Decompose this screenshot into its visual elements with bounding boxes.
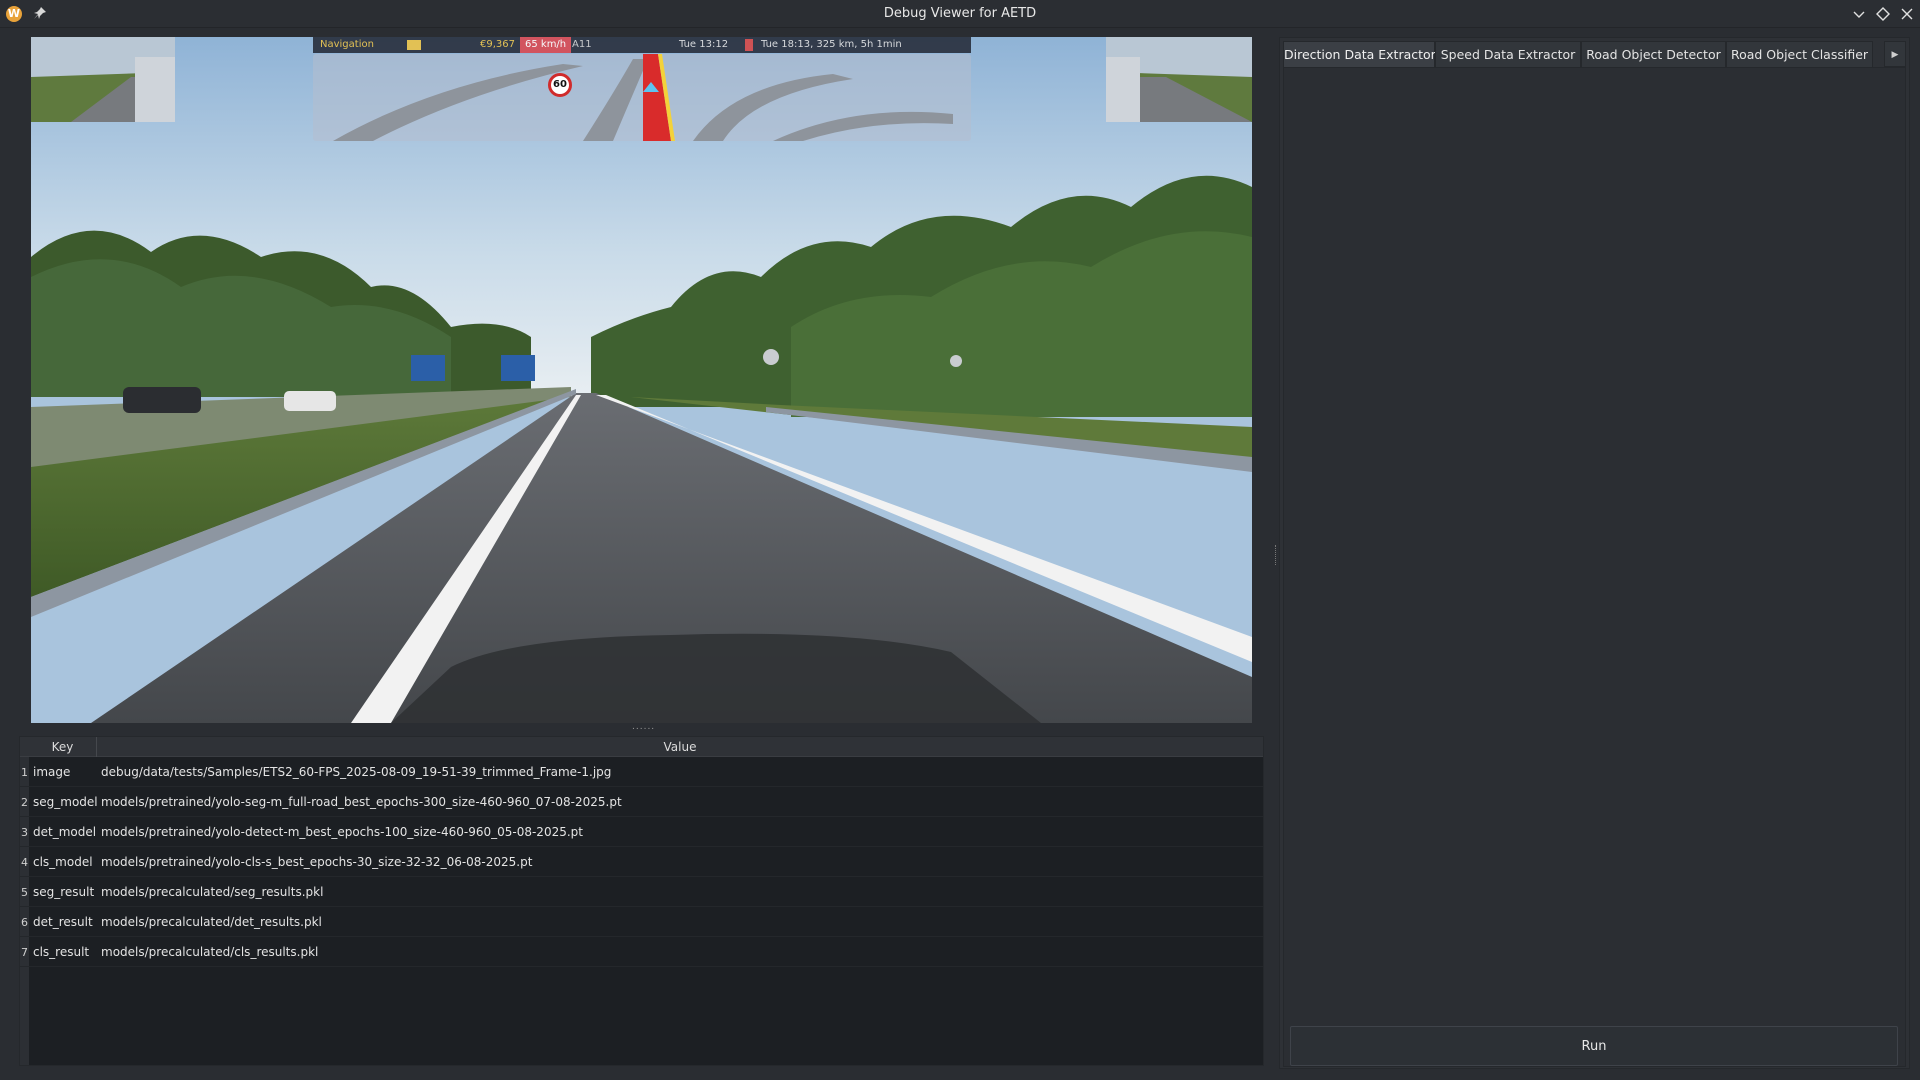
table-row[interactable]: 3 det_model models/pretrained/yolo-detec… [20,817,1263,847]
horizontal-splitter-handle[interactable] [1275,545,1278,565]
row-value[interactable]: models/precalculated/det_results.pkl [101,915,322,929]
row-key[interactable]: det_model [33,825,96,839]
title-bar: W Debug Viewer for AETD [0,0,1920,28]
row-number[interactable]: 3 [20,826,29,839]
navigation-hud: Navigation €9,367 65 km/h A11 Tue 13:12 … [313,37,971,141]
vertical-splitter-handle[interactable]: ...... [632,723,654,732]
tool-panel: Direction Data Extractor Speed Data Extr… [1279,37,1910,1069]
row-value[interactable]: models/precalculated/cls_results.pkl [101,945,318,959]
row-number[interactable]: 2 [20,796,29,809]
tab-road-object-detector[interactable]: Road Object Detector [1581,41,1726,67]
table-row[interactable]: 4 cls_model models/pretrained/yolo-cls-s… [20,847,1263,877]
row-key[interactable]: cls_model [33,855,93,869]
row-key[interactable]: seg_model [33,795,98,809]
hud-eta: Tue 18:13, 325 km, 5h 1min [761,39,902,50]
tab-direction-data-extractor[interactable]: Direction Data Extractor [1283,41,1436,67]
minimize-icon[interactable] [1850,5,1868,23]
row-value[interactable]: models/pretrained/yolo-detect-m_best_epo… [101,825,583,839]
row-key[interactable]: seg_result [33,885,94,899]
row-value[interactable]: models/pretrained/yolo-cls-s_best_epochs… [101,855,532,869]
row-number[interactable]: 1 [20,766,29,779]
tab-scroll-right-icon[interactable]: ▶ [1884,41,1906,67]
row-key[interactable]: image [33,765,70,779]
row-value[interactable]: models/pretrained/yolo-seg-m_full-road_b… [101,795,622,809]
tab-road-object-classifier[interactable]: Road Object Classifier [1726,41,1873,67]
run-button[interactable]: Run [1290,1026,1898,1066]
hud-money: €9,367 [480,39,515,50]
hud-time: Tue 13:12 [679,39,729,50]
left-pane: Navigation €9,367 65 km/h A11 Tue 13:12 … [0,28,1268,1080]
window-title: Debug Viewer for AETD [883,6,1037,21]
table-row[interactable]: 6 det_result models/precalculated/det_re… [20,907,1263,937]
row-number[interactable]: 5 [20,886,29,899]
right-mirror-view [1106,37,1252,122]
hud-navigation-label: Navigation [320,39,374,50]
hud-minimap: 60 [313,54,971,141]
tab-speed-data-extractor[interactable]: Speed Data Extractor [1435,41,1581,67]
row-key[interactable]: cls_result [33,945,89,959]
row-key[interactable]: det_result [33,915,93,929]
parameters-table: Key Value 1 image debug/data/tests/Sampl… [19,736,1264,1066]
mail-icon [407,40,421,50]
row-number[interactable]: 7 [20,946,29,959]
row-number[interactable]: 6 [20,916,29,929]
maximize-icon[interactable] [1874,5,1892,23]
table-row[interactable]: 1 image debug/data/tests/Samples/ETS2_60… [20,757,1263,787]
left-mirror-view [31,37,175,122]
left-mirror-image [31,37,175,122]
table-row[interactable]: 7 cls_result models/precalculated/cls_re… [20,937,1263,967]
row-number[interactable]: 4 [20,856,29,869]
hud-road: A11 [572,39,592,50]
row-value[interactable]: models/precalculated/seg_results.pkl [101,885,323,899]
table-header: Key Value [20,737,1263,757]
direction-extractor-panel [1283,67,1906,1067]
column-header-key[interactable]: Key [29,740,96,754]
right-mirror-image [1106,37,1252,122]
table-row[interactable]: 2 seg_model models/pretrained/yolo-seg-m… [20,787,1263,817]
row-value[interactable]: debug/data/tests/Samples/ETS2_60-FPS_202… [101,765,611,779]
frame-image-view: Navigation €9,367 65 km/h A11 Tue 13:12 … [31,37,1252,723]
hud-status-bar: Navigation €9,367 65 km/h A11 Tue 13:12 … [313,37,971,53]
minimap-roads [333,54,953,141]
table-row[interactable]: 5 seg_result models/precalculated/seg_re… [20,877,1263,907]
close-icon[interactable] [1898,5,1916,23]
destination-flag-icon [745,39,753,51]
column-header-value[interactable]: Value [97,740,1263,754]
hud-speed: 65 km/h [520,37,572,53]
speed-limit-sign: 60 [548,73,572,97]
